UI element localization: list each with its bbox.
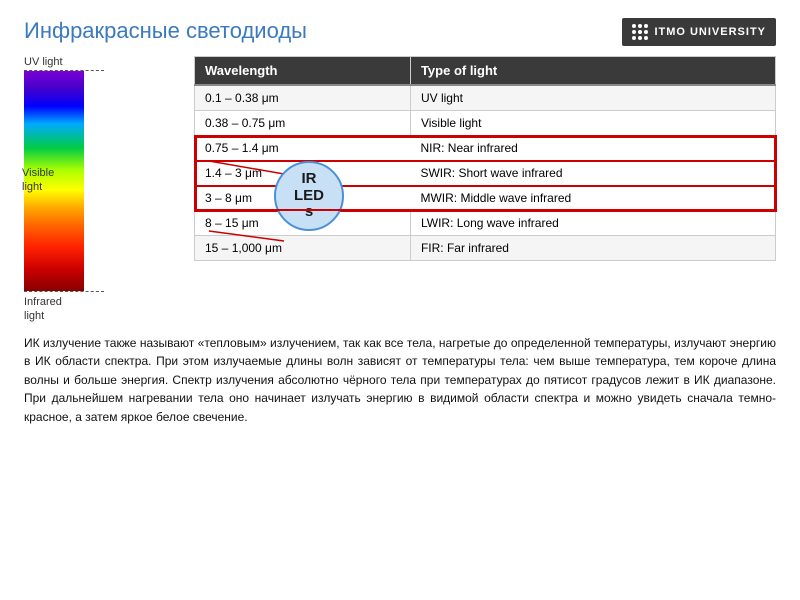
body-text: ИК излучение также называют «тепловым» и…	[24, 334, 776, 427]
content-row: UV light Visiblelight Infraredlight IRLE…	[24, 56, 776, 324]
table-header-row: Wavelength Type of light	[195, 57, 776, 86]
wavelength-cell: 0.75 – 1.4 μm	[195, 136, 411, 161]
table-row: 0.75 – 1.4 μmNIR: Near infrared	[195, 136, 776, 161]
table-row: 0.38 – 0.75 μmVisible light	[195, 111, 776, 136]
ir-led-circle: IRLEDs	[274, 161, 344, 231]
type-cell: NIR: Near infrared	[410, 136, 775, 161]
logo-dots-icon	[632, 24, 648, 40]
page-title: Инфракрасные светодиоды	[24, 18, 307, 44]
type-cell: MWIR: Middle wave infrared	[410, 186, 775, 211]
wavelength-cell: 0.1 – 0.38 μm	[195, 85, 411, 111]
table-container: Wavelength Type of light 0.1 – 0.38 μmUV…	[194, 56, 776, 261]
page: Инфракрасные светодиоды ITMO UNIVERSITY …	[0, 0, 800, 600]
type-cell: LWIR: Long wave infrared	[410, 211, 775, 236]
logo-text: ITMO UNIVERSITY	[654, 26, 766, 38]
type-cell: UV light	[410, 85, 775, 111]
type-cell: FIR: Far infrared	[410, 236, 775, 261]
table-row: 15 – 1,000 μmFIR: Far infrared	[195, 236, 776, 261]
wavelength-table: Wavelength Type of light 0.1 – 0.38 μmUV…	[194, 56, 776, 261]
wavelength-cell: 0.38 – 0.75 μm	[195, 111, 411, 136]
col-type: Type of light	[410, 57, 775, 86]
col-wavelength: Wavelength	[195, 57, 411, 86]
uv-label: UV light	[24, 56, 63, 68]
infrared-dashed-line	[24, 291, 104, 292]
type-cell: Visible light	[410, 111, 775, 136]
logo-box: ITMO UNIVERSITY	[622, 18, 776, 46]
spectrum-container: UV light Visiblelight Infraredlight	[24, 56, 114, 324]
wavelength-cell: 15 – 1,000 μm	[195, 236, 411, 261]
infrared-label: Infraredlight	[24, 295, 62, 324]
visible-label: Visiblelight	[22, 166, 77, 195]
header: Инфракрасные светодиоды ITMO UNIVERSITY	[24, 18, 776, 46]
table-row: 0.1 – 0.38 μmUV light	[195, 85, 776, 111]
type-cell: SWIR: Short wave infrared	[410, 161, 775, 186]
